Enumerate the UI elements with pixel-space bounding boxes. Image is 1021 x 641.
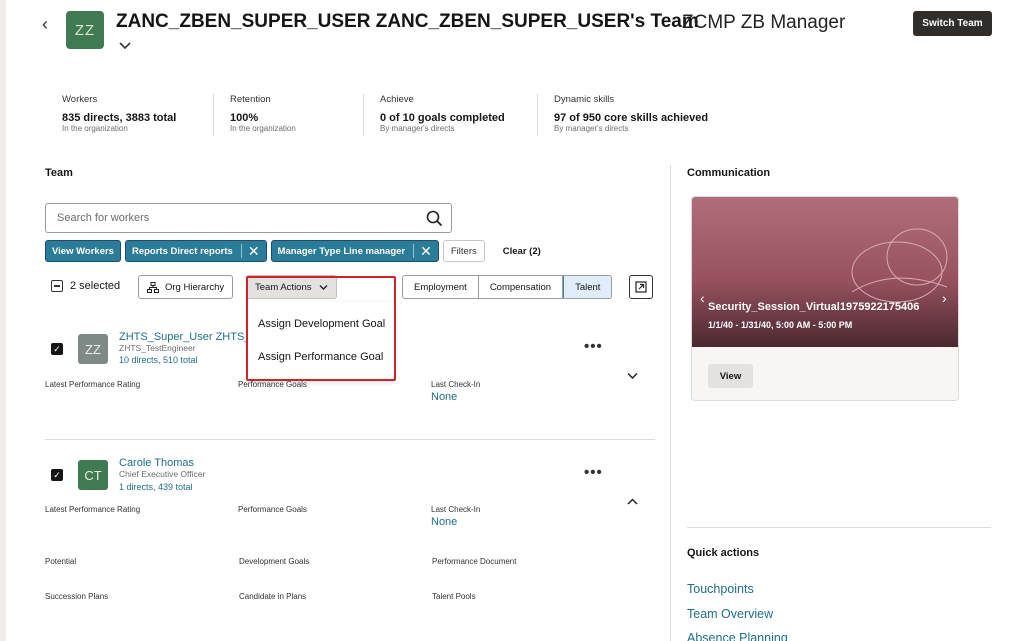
chevron-down-icon[interactable] [119,40,131,54]
last-checkin-link[interactable]: None [431,391,457,403]
carousel-next-icon[interactable]: › [942,290,947,306]
communication-card-date: 1/1/40 - 1/31/40, 5:00 AM - 5:00 PM [708,320,853,330]
column-divider [670,165,671,641]
more-actions-icon[interactable]: ••• [584,338,603,355]
stat-label: Retention [230,94,271,105]
worker-name-link[interactable]: ZHTS_Super_User ZHTS_ [119,331,250,343]
worker-name-link[interactable]: Carole Thomas [119,457,194,469]
select-all-checkbox[interactable] [51,280,63,292]
selected-count: 2 selected [70,280,121,292]
search-input[interactable]: Search for workers [45,203,452,233]
stat-sub: By manager's directs [380,124,455,133]
filters-button[interactable]: Filters [442,240,485,262]
candidate-plans-label: Candidate in Plans [239,592,307,601]
avatar[interactable]: CT [78,460,108,490]
quick-action-absence-planning[interactable]: Absence Planning [687,631,788,641]
worker-checkbox[interactable]: ✓ [51,343,63,355]
perf-goals-label: Performance Goals [238,505,307,514]
worker-checkbox[interactable]: ✓ [51,469,63,481]
org-hierarchy-button[interactable]: Org Hierarchy [138,275,234,299]
stat-label: Dynamic skills [554,94,615,105]
worker-job: Chief Executive Officer [119,469,206,479]
open-in-new-icon[interactable] [629,275,653,299]
quick-action-touchpoints[interactable]: Touchpoints [687,582,754,596]
switch-team-button[interactable]: Switch Team [913,11,992,36]
view-segment-control: Employment Compensation Talent [402,275,613,299]
chevron-up-icon[interactable] [627,497,638,509]
stat-label: Workers [62,94,98,105]
stat-label: Achieve [380,94,414,105]
last-checkin-label: Last Check-In [431,380,481,389]
talent-pools-label: Talent Pools [432,592,476,601]
communication-card: ‹ › Security_Session_Virtual197592217540… [691,196,959,401]
dev-goals-label: Development Goals [239,557,310,566]
communication-card-title: Security_Session_Virtual1975922175406 [708,301,920,313]
search-icon[interactable] [426,210,443,227]
avatar[interactable]: ZZ [78,334,108,364]
org-hierarchy-icon [147,281,159,293]
filter-chips: View Workers Reports Direct reports ✕ Ma… [45,240,541,262]
stat-value: 100% [230,112,259,124]
stat-value: 0 of 10 goals completed [380,112,505,124]
close-icon[interactable]: ✕ [413,244,432,258]
last-checkin-label: Last Check-In [431,505,481,514]
search-placeholder: Search for workers [57,212,150,224]
stat-sub: In the organization [62,124,128,133]
perf-goals-label: Performance Goals [238,380,307,389]
quick-actions-divider [687,527,991,528]
stat-value: 97 of 950 core skills achieved [554,112,709,124]
tab-talent[interactable]: Talent [563,276,612,298]
chip-view-workers[interactable]: View Workers [45,240,121,262]
worker-directs-link[interactable]: 1 directs, 439 total [119,482,193,492]
worker-job: ZHTS_TestEngineer [119,343,196,353]
close-icon[interactable]: ✕ [240,244,260,258]
quick-action-team-overview[interactable]: Team Overview [687,607,773,621]
stat-dynamic-skills: Dynamic skills 97 of 950 core skills ach… [554,94,754,136]
communication-title: Communication [687,167,771,179]
quick-actions-title: Quick actions [687,547,760,559]
page-subtitle: ZCMP ZB Manager [682,12,846,33]
more-actions-icon[interactable]: ••• [584,464,603,481]
stat-sub: By manager's directs [554,124,629,133]
chip-label: View Workers [52,245,114,257]
succession-plans-label: Succession Plans [45,592,109,601]
chip-manager-type[interactable]: Manager Type Line manager ✕ [270,240,439,262]
worker-directs-link[interactable]: 10 directs, 510 total [119,355,198,365]
card-divider [45,439,655,440]
back-chevron-icon[interactable]: ‹ [42,14,48,35]
highlight-box [246,276,396,381]
stat-workers: Workers 835 directs, 3883 total In the o… [62,94,214,136]
clear-filters-link[interactable]: Clear (2) [503,246,541,257]
chip-label: Manager Type Line manager [277,245,406,257]
stat-value: 835 directs, 3883 total [62,112,177,124]
stat-achieve: Achieve 0 of 10 goals completed By manag… [380,94,538,136]
worker-card: ✓ CT Carole Thomas Chief Executive Offic… [45,457,655,608]
page-title: ZANC_ZBEN_SUPER_USER ZANC_ZBEN_SUPER_USE… [116,11,699,32]
org-hierarchy-label: Org Hierarchy [165,281,225,293]
chevron-down-icon[interactable] [627,371,638,383]
team-avatar: ZZ [66,11,104,49]
stats-bar: Workers 835 directs, 3883 total In the o… [62,94,770,136]
team-section-title: Team [45,167,73,179]
perf-document-label: Performance Document [432,557,517,566]
carousel-prev-icon[interactable]: ‹ [700,290,705,306]
stat-sub: In the organization [230,124,296,133]
tab-compensation[interactable]: Compensation [479,276,564,298]
page: ‹ ZZ ZANC_ZBEN_SUPER_USER ZANC_ZBEN_SUPE… [0,0,1021,641]
stat-retention: Retention 100% In the organization [230,94,364,136]
latest-rating-label: Latest Performance Rating [45,380,141,389]
potential-label: Potential [45,557,77,566]
tab-employment[interactable]: Employment [403,276,479,298]
chip-label: Reports Direct reports [131,245,233,257]
chip-reports[interactable]: Reports Direct reports ✕ [124,240,267,262]
view-button[interactable]: View [708,364,753,388]
last-checkin-link[interactable]: None [431,516,457,528]
latest-rating-label: Latest Performance Rating [45,505,141,514]
